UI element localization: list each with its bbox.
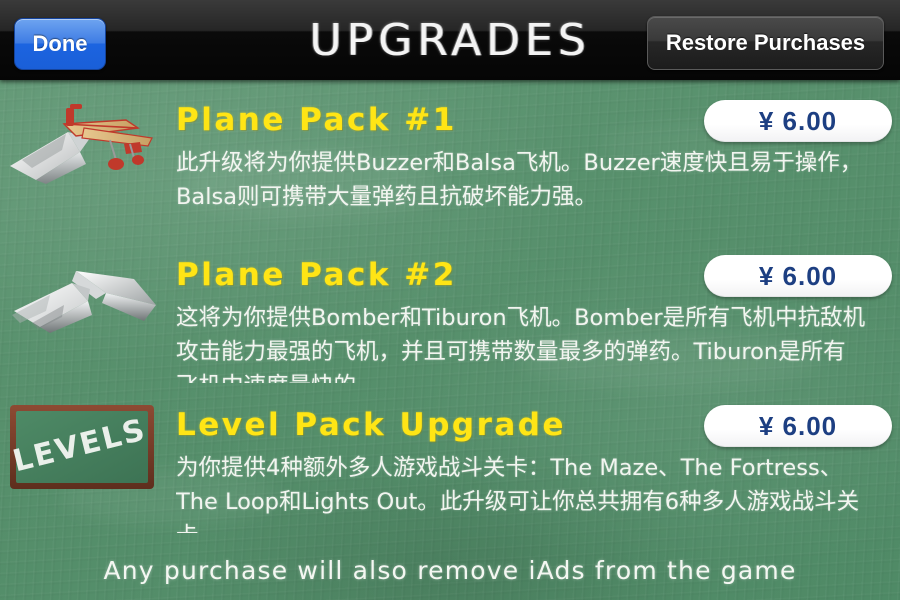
upgrade-description: 这将为你提供Bomber和Tiburon飞机。Bomber是所有飞机中抗敌机攻击… <box>176 305 866 383</box>
upgrades-screen: Done UPGRADES Restore Purchases Plane Pa… <box>0 0 900 600</box>
upgrade-row-level-pack[interactable]: LEVELS Level Pack Upgrade 为你提供4种额外多人游戏战斗… <box>0 393 900 548</box>
buy-price-button[interactable]: ¥ 6.00 <box>704 100 892 142</box>
balsa-and-paper-plane-icon <box>6 94 166 194</box>
upgrade-title: Level Pack Upgrade <box>176 407 566 443</box>
buy-price-button[interactable]: ¥ 6.00 <box>704 405 892 447</box>
upgrade-title: Plane Pack #1 <box>176 102 457 138</box>
restore-purchases-button[interactable]: Restore Purchases <box>647 16 884 70</box>
upgrade-title: Plane Pack #2 <box>176 257 457 293</box>
levels-chalkboard-icon: LEVELS <box>6 399 166 499</box>
upgrade-row-plane-pack-2[interactable]: Plane Pack #2 这将为你提供Bomber和Tiburon飞机。Bom… <box>0 243 900 393</box>
navigation-bar: Done UPGRADES Restore Purchases <box>0 0 900 80</box>
buy-price-button[interactable]: ¥ 6.00 <box>704 255 892 297</box>
upgrades-list: Plane Pack #1 此升级将为你提供Buzzer和Balsa飞机。Buz… <box>0 80 900 550</box>
footer-note: Any purchase will also remove iAds from … <box>103 556 797 585</box>
upgrade-row-plane-pack-1[interactable]: Plane Pack #1 此升级将为你提供Buzzer和Balsa飞机。Buz… <box>0 88 900 238</box>
upgrade-description: 为你提供4种额外多人游戏战斗关卡：The Maze、The Fortress、T… <box>176 455 860 533</box>
upgrade-description: 此升级将为你提供Buzzer和Balsa飞机。Buzzer速度快且易于操作，Ba… <box>176 150 863 210</box>
two-paper-planes-icon <box>6 249 166 349</box>
done-button[interactable]: Done <box>14 18 106 70</box>
